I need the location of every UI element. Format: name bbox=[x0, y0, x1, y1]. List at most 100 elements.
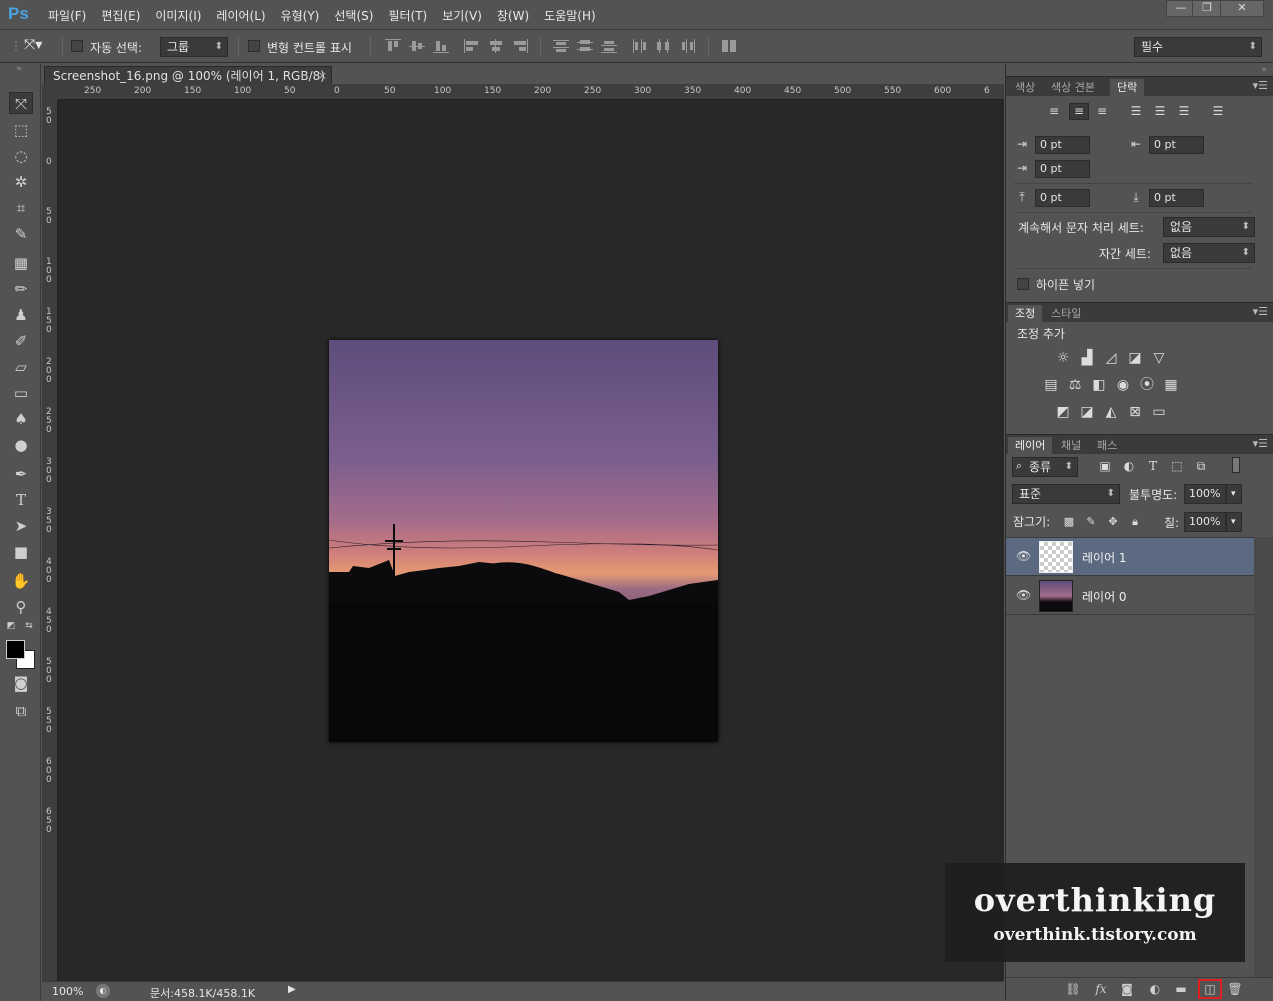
indent-right-input[interactable]: 0 pt bbox=[1149, 136, 1204, 154]
gradient-tool-icon[interactable]: ▭ bbox=[9, 382, 33, 404]
kinsoku-dropdown[interactable]: 없음 bbox=[1163, 217, 1255, 237]
layer-style-fx-icon[interactable]: fx bbox=[1092, 981, 1110, 997]
healing-brush-tool-icon[interactable]: ▦ bbox=[9, 252, 33, 274]
fill-dropdown-arrow-icon[interactable]: ▾ bbox=[1226, 512, 1242, 532]
visibility-eye-icon[interactable]: 👁︎ bbox=[1016, 549, 1031, 563]
add-mask-icon[interactable]: ◙ bbox=[1118, 981, 1136, 997]
distribute-hcenter-icon[interactable] bbox=[656, 39, 672, 53]
restore-button[interactable]: ❐ bbox=[1192, 0, 1222, 17]
fill-input[interactable]: 100% bbox=[1184, 512, 1226, 532]
horizontal-ruler[interactable]: 250 200 150 100 50 0 50 100 150 200 250 300 350 400 45… bbox=[58, 84, 1004, 100]
lasso-tool-icon[interactable]: ◌ bbox=[9, 145, 33, 167]
layer-row[interactable]: 👁︎ 레이어 1 bbox=[1006, 538, 1254, 576]
justify-last-center-icon[interactable]: ☰ bbox=[1152, 104, 1168, 118]
default-colors-icon[interactable]: ◩ bbox=[4, 620, 18, 632]
move-tool-icon[interactable]: ⤧ bbox=[9, 92, 33, 114]
distribute-left-icon[interactable] bbox=[632, 39, 648, 53]
menu-layer[interactable]: 레이어(L) bbox=[216, 7, 265, 24]
space-after-input[interactable]: 0 pt bbox=[1149, 189, 1204, 207]
exposure-icon[interactable]: ◪ bbox=[1126, 350, 1144, 366]
align-center-text-icon[interactable]: ≡ bbox=[1069, 103, 1089, 120]
collapse-panels-icon[interactable]: » bbox=[1261, 65, 1267, 75]
history-brush-tool-icon[interactable]: ✐ bbox=[9, 330, 33, 352]
menu-edit[interactable]: 편집(E) bbox=[101, 7, 140, 24]
filter-type-icon[interactable]: T bbox=[1144, 458, 1162, 474]
indent-first-line-input[interactable]: 0 pt bbox=[1035, 160, 1090, 178]
menu-filter[interactable]: 필터(T) bbox=[388, 7, 427, 24]
screen-mode-icon[interactable]: ⧉ bbox=[9, 700, 33, 722]
tab-adjustments[interactable]: 조정 bbox=[1008, 305, 1043, 323]
menu-select[interactable]: 선택(S) bbox=[334, 7, 373, 24]
vibrance-icon[interactable]: ▽ bbox=[1150, 350, 1168, 366]
marquee-tool-icon[interactable]: ⬚ bbox=[9, 119, 33, 141]
lock-image-icon[interactable]: ✎ bbox=[1082, 514, 1100, 530]
close-button[interactable]: ✕ bbox=[1220, 0, 1264, 17]
delete-layer-trash-icon[interactable]: 🗑︎ bbox=[1226, 981, 1244, 997]
invert-icon[interactable]: ◩ bbox=[1054, 404, 1072, 420]
rectangle-tool-icon[interactable]: ■ bbox=[9, 541, 33, 563]
tab-paths[interactable]: 패스 bbox=[1090, 437, 1124, 455]
eraser-tool-icon[interactable]: ▱ bbox=[9, 356, 33, 378]
move-tool-preset-icon[interactable]: ⤧▾ bbox=[24, 37, 42, 53]
photo-filter-icon[interactable]: ◉ bbox=[1114, 377, 1132, 393]
new-layer-icon[interactable]: ◫ bbox=[1198, 979, 1222, 999]
filter-shape-icon[interactable]: ⬚ bbox=[1168, 458, 1186, 474]
clone-stamp-tool-icon[interactable]: ♟ bbox=[9, 304, 33, 326]
mojikumi-dropdown[interactable]: 없음 bbox=[1163, 243, 1255, 263]
filter-toggle-switch[interactable] bbox=[1232, 457, 1240, 473]
vertical-ruler[interactable]: 5 0 0 5 0 1 0 0 1 5 0 2 0 0 2 5 0 3 0 0 3 5 0 4 0… bbox=[42, 100, 58, 981]
black-white-icon[interactable]: ◧ bbox=[1090, 377, 1108, 393]
crop-tool-icon[interactable]: ⌗ bbox=[9, 197, 33, 219]
workspace-dropdown[interactable]: 필수 bbox=[1134, 37, 1262, 57]
link-layers-icon[interactable]: ⛓ bbox=[1064, 981, 1082, 997]
opacity-input[interactable]: 100% bbox=[1184, 484, 1226, 504]
gradient-map-icon[interactable]: ▭ bbox=[1150, 404, 1168, 420]
align-right-text-icon[interactable]: ≡ bbox=[1094, 104, 1110, 118]
align-bottom-icon[interactable] bbox=[433, 39, 449, 53]
align-left-text-icon[interactable]: ≡ bbox=[1046, 104, 1062, 118]
levels-icon[interactable]: ▟ bbox=[1078, 350, 1096, 366]
distribute-vcenter-icon[interactable] bbox=[577, 39, 593, 53]
posterize-icon[interactable]: ◪ bbox=[1078, 404, 1096, 420]
canvas-image[interactable] bbox=[329, 340, 718, 742]
quick-mask-icon[interactable]: ◙ bbox=[9, 672, 33, 694]
status-menu-arrow-icon[interactable]: ▶ bbox=[288, 984, 296, 995]
auto-align-layers-icon[interactable] bbox=[721, 39, 737, 53]
menu-type[interactable]: 유형(Y) bbox=[281, 7, 320, 24]
justify-last-left-icon[interactable]: ☰ bbox=[1128, 104, 1144, 118]
pen-tool-icon[interactable]: ✒ bbox=[9, 463, 33, 485]
panel-menu-icon[interactable]: ▾☰ bbox=[1253, 79, 1268, 92]
opacity-dropdown-arrow-icon[interactable]: ▾ bbox=[1226, 484, 1242, 504]
share-icon[interactable]: ◐ bbox=[96, 984, 110, 998]
magic-wand-tool-icon[interactable]: ✲ bbox=[9, 171, 33, 193]
new-adjustment-layer-icon[interactable]: ◐ bbox=[1146, 981, 1164, 997]
foreground-color-swatch[interactable] bbox=[6, 640, 25, 659]
lock-transparent-icon[interactable]: ▩ bbox=[1060, 514, 1078, 530]
layer-name[interactable]: 레이어 1 bbox=[1082, 549, 1127, 566]
layer-name[interactable]: 레이어 0 bbox=[1082, 588, 1127, 605]
filter-pixel-icon[interactable]: ▣ bbox=[1096, 458, 1114, 474]
align-vcenter-icon[interactable] bbox=[409, 39, 425, 53]
blur-tool-icon[interactable]: ♠ bbox=[9, 408, 33, 430]
hue-saturation-icon[interactable]: ▤ bbox=[1042, 377, 1060, 393]
auto-select-dropdown[interactable]: 그룹 bbox=[160, 37, 228, 57]
distribute-bottom-icon[interactable] bbox=[601, 39, 617, 53]
menu-image[interactable]: 이미지(I) bbox=[155, 7, 201, 24]
align-top-icon[interactable] bbox=[385, 39, 401, 53]
ruler-origin[interactable] bbox=[42, 84, 58, 100]
align-left-icon[interactable] bbox=[464, 39, 480, 53]
color-balance-icon[interactable]: ⚖ bbox=[1066, 377, 1084, 393]
panel-menu-icon[interactable]: ▾☰ bbox=[1253, 437, 1268, 450]
curves-icon[interactable]: ◿ bbox=[1102, 350, 1120, 366]
filter-adjustment-icon[interactable]: ◐ bbox=[1120, 458, 1138, 474]
tab-swatches[interactable]: 색상 견본 bbox=[1044, 79, 1102, 97]
auto-select-checkbox[interactable] bbox=[71, 40, 83, 52]
type-tool-icon[interactable]: T bbox=[9, 489, 33, 511]
filter-smart-object-icon[interactable]: ⧉ bbox=[1192, 458, 1210, 474]
layers-scrollbar[interactable] bbox=[1254, 537, 1273, 977]
menu-view[interactable]: 보기(V) bbox=[442, 7, 482, 24]
transform-controls-checkbox[interactable] bbox=[248, 40, 260, 52]
tab-styles[interactable]: 스타일 bbox=[1044, 305, 1088, 323]
layer-row[interactable]: 👁︎ 레이어 0 bbox=[1006, 577, 1254, 615]
hyphenate-checkbox[interactable] bbox=[1017, 278, 1029, 290]
